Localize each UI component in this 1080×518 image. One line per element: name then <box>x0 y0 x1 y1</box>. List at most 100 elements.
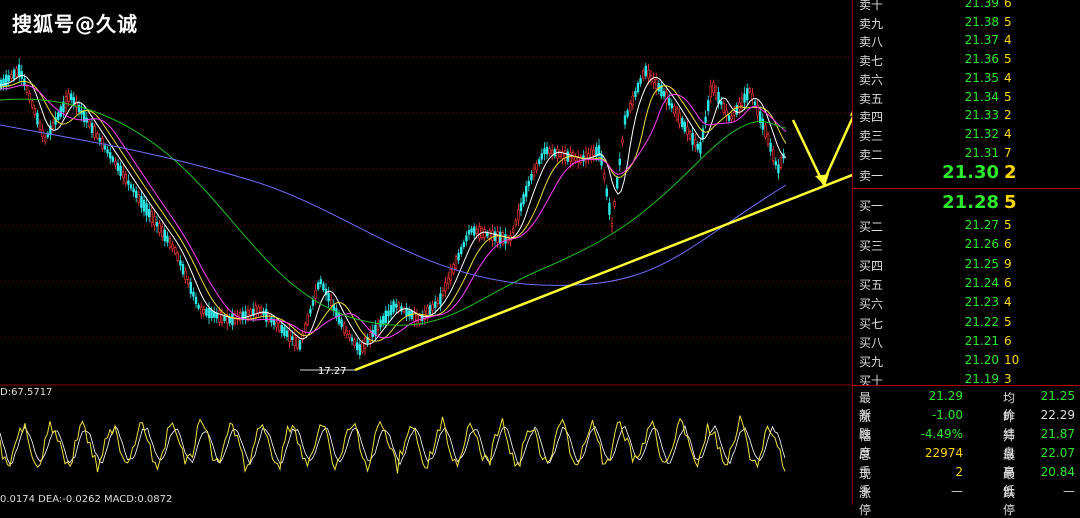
asks-level-row: 卖四 21.33 2 <box>853 108 1080 127</box>
candle-body <box>654 78 658 90</box>
asks-level-price: 21.31 <box>964 145 999 160</box>
candle-body <box>556 148 559 159</box>
candle-body <box>348 333 351 338</box>
candle-body <box>748 88 752 93</box>
bids-level-volume: 4 <box>1004 295 1012 310</box>
candle-body <box>358 344 361 356</box>
candle-body <box>449 269 452 281</box>
candle-body <box>213 311 216 318</box>
bids-level-row: 买八 21.21 6 <box>853 334 1080 353</box>
candle-body <box>215 312 218 319</box>
candle-body <box>272 319 276 326</box>
candle-body <box>535 163 538 171</box>
candle-body <box>171 244 174 250</box>
candle-body <box>114 160 117 166</box>
candle-body <box>465 235 468 242</box>
candle-body <box>132 188 135 193</box>
kline-chart[interactable] <box>0 0 852 505</box>
oscillator-value-label: D:67.5717 <box>0 387 53 398</box>
limit-up-value: — <box>951 484 963 498</box>
asks-level-row: 卖七 21.36 5 <box>853 52 1080 71</box>
ma-blue-line <box>0 124 787 286</box>
candle-body <box>314 290 317 299</box>
candle-body <box>678 112 681 124</box>
candle-body <box>184 270 187 280</box>
asks-level-volume: 5 <box>1004 52 1012 67</box>
candle-body <box>389 305 393 316</box>
candle-body <box>519 202 523 212</box>
candle-body <box>722 103 726 113</box>
candle-body <box>743 93 746 103</box>
candle-body <box>98 137 102 142</box>
asks-level-label: 卖四 <box>859 110 884 125</box>
candle-body <box>322 283 325 291</box>
candle-body <box>51 122 55 129</box>
candle-body <box>613 201 616 207</box>
candle-body <box>335 308 338 318</box>
candle-body <box>376 323 380 331</box>
candle-body <box>574 156 577 161</box>
candle-body <box>511 228 515 233</box>
asks-level-label: 卖五 <box>859 91 884 106</box>
candle-body <box>342 323 346 334</box>
candle-body <box>769 142 772 152</box>
candle-body <box>444 282 447 292</box>
bids-level-row: 买五 21.24 6 <box>853 276 1080 295</box>
candle-body <box>680 117 684 128</box>
asks-level-row: 卖一 21.30 2 <box>853 162 1080 183</box>
candle-body <box>673 105 676 115</box>
candle-body <box>220 311 224 323</box>
asks-level-price: 21.34 <box>964 89 999 104</box>
candle-body <box>72 97 76 105</box>
candle-body <box>719 101 723 105</box>
bids-level-row: 买四 21.25 9 <box>853 257 1080 276</box>
candle-body <box>96 133 99 139</box>
bids-level-price: 21.26 <box>964 237 999 252</box>
candle-body <box>155 222 159 227</box>
candle-body <box>623 115 627 125</box>
candle-body <box>192 291 195 297</box>
candle-body <box>738 102 741 110</box>
candle-body <box>431 304 434 311</box>
candle-body <box>537 159 541 164</box>
candle-body <box>231 313 234 326</box>
candle-body <box>127 180 130 185</box>
bids-level-volume: 6 <box>1004 237 1012 252</box>
pct-value: -4.49% <box>920 427 963 441</box>
bids-level-price: 21.28 <box>942 192 999 213</box>
candle-body <box>361 341 364 353</box>
candle-body <box>163 229 166 242</box>
asks-level-price: 21.37 <box>964 33 999 48</box>
asks-level-price: 21.35 <box>964 70 999 85</box>
latest-value: 21.29 <box>928 389 963 403</box>
candle-body <box>111 156 115 162</box>
current-value: 2 <box>955 465 963 479</box>
candle-body <box>306 314 309 325</box>
asks-level-volume: 5 <box>1004 89 1012 104</box>
candle-body <box>428 305 432 315</box>
oscillator-panel <box>0 415 786 474</box>
candle-body <box>774 161 778 166</box>
candle-body <box>38 122 42 130</box>
asks-level-price: 21.33 <box>964 108 999 123</box>
asks-level-volume: 5 <box>1004 14 1012 29</box>
kline-chart-area[interactable]: 搜狐号@久诚 17.27 D:67.5717 0.0174 DEA:-0.026… <box>0 0 852 505</box>
candle-body <box>639 78 642 84</box>
candle-body <box>10 74 13 79</box>
candle-body <box>327 293 330 302</box>
avg-value: 21.25 <box>1040 389 1075 403</box>
candle-body <box>179 260 182 266</box>
candle-body <box>472 226 476 236</box>
candle-body <box>563 150 567 162</box>
candle-body <box>166 235 169 243</box>
candle-body <box>478 226 481 239</box>
asks-level-row: 卖十 21.39 6 <box>853 0 1080 15</box>
asks-level-price: 21.39 <box>964 0 999 10</box>
candle-body <box>197 304 200 309</box>
candle-body <box>202 308 205 314</box>
watermark: 搜狐号@久诚 <box>12 12 138 36</box>
candle-body <box>7 75 11 82</box>
candle-body <box>187 279 190 285</box>
bids-level-price: 21.24 <box>964 275 999 290</box>
candle-body <box>636 82 640 93</box>
